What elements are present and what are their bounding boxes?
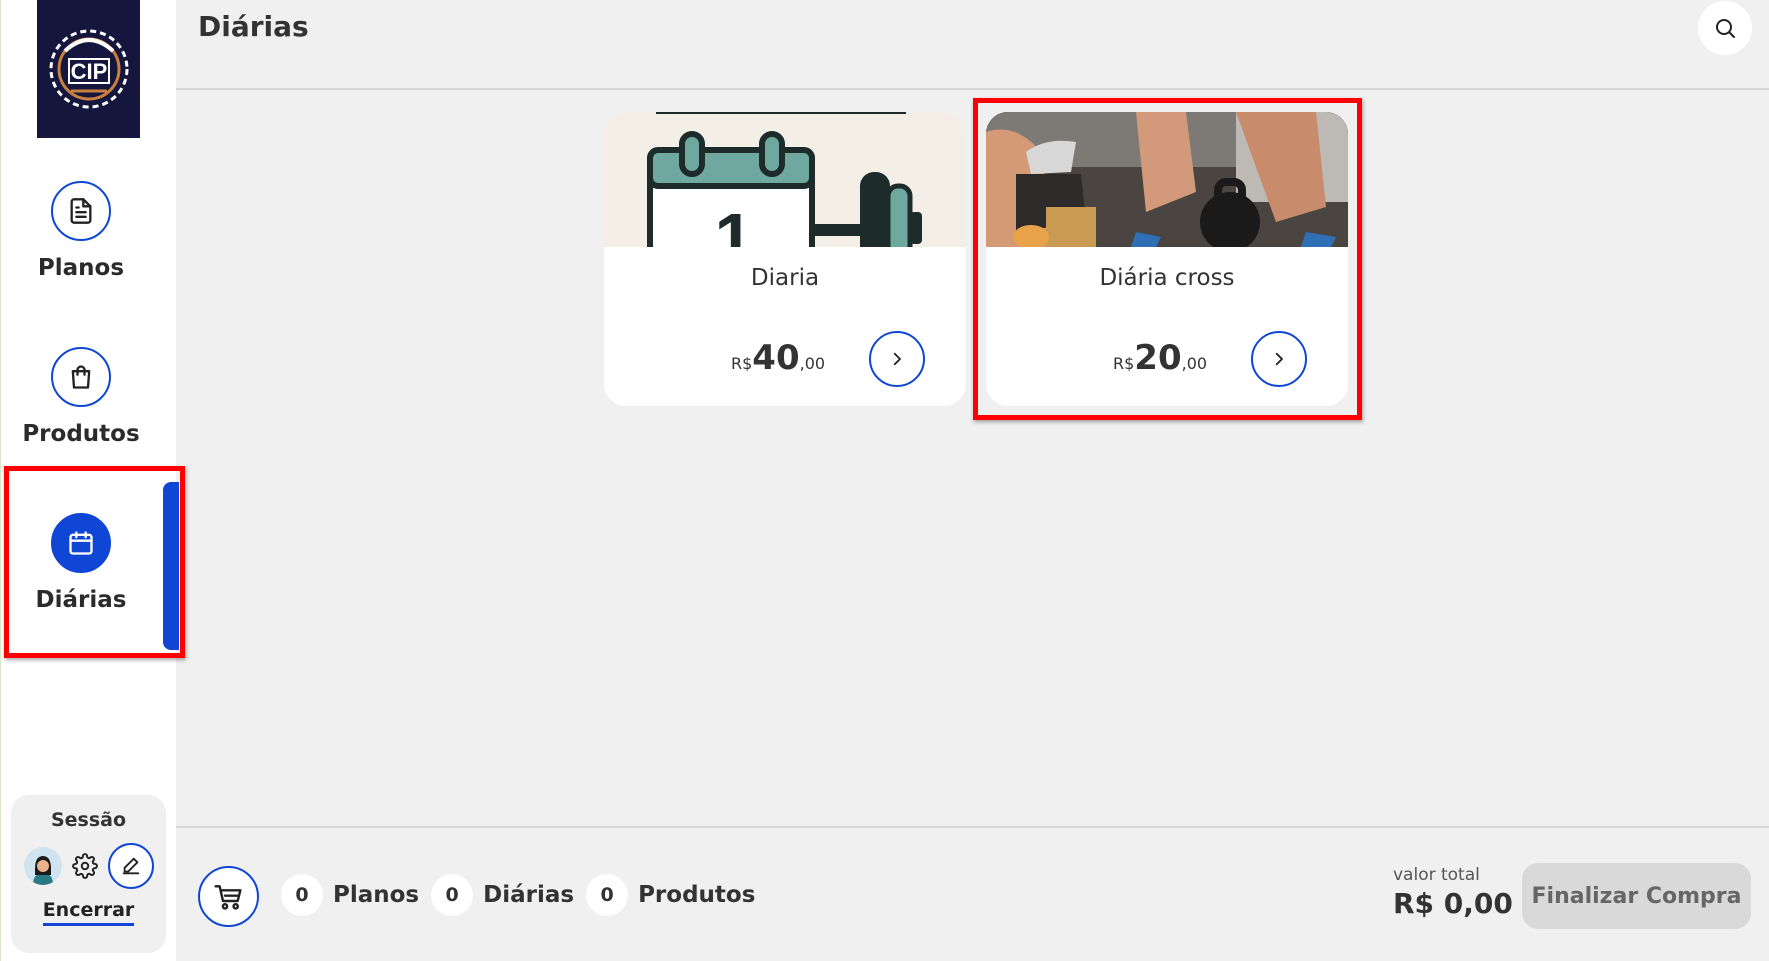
price-integer: 20 xyxy=(1134,338,1182,378)
sidebar-item-label: Diárias xyxy=(35,587,127,613)
cart-icon xyxy=(213,884,242,910)
card-title: Diaria xyxy=(750,265,820,291)
sidebar-item-planos[interactable]: Planos xyxy=(1,181,161,341)
gear-icon[interactable] xyxy=(66,847,104,885)
card-price: R$ 20 ,00 xyxy=(1113,341,1207,375)
gym-logo: CIP xyxy=(37,0,140,138)
chevron-right-icon xyxy=(893,352,901,366)
count-label-produtos: Produtos xyxy=(638,882,756,908)
price-integer: 40 xyxy=(752,338,800,378)
active-indicator xyxy=(163,482,179,650)
shopping-bag-icon xyxy=(51,347,111,407)
pencil-icon xyxy=(122,857,139,875)
session-panel: Sessão Encerrar xyxy=(11,795,166,953)
count-badge-diarias: 0 xyxy=(431,874,474,916)
product-card[interactable]: 1 Diaria R$ 40 ,00 xyxy=(604,112,966,406)
calendar-icon xyxy=(51,513,111,573)
price-decimal: ,00 xyxy=(799,354,826,373)
price-decimal: ,00 xyxy=(1181,354,1208,373)
cart-footer: 0 Planos 0 Diárias 0 Produtos valor tota… xyxy=(176,826,1769,961)
sidebar-item-diarias[interactable]: Diárias xyxy=(1,513,161,673)
product-card[interactable]: Diária cross R$ 20 ,00 xyxy=(986,112,1348,406)
count-badge-produtos: 0 xyxy=(586,874,629,916)
sidebar-item-label: Planos xyxy=(37,255,125,281)
sidebar: CIP Planos Produtos Diárias Sessão Encer… xyxy=(0,0,179,961)
svg-text:1: 1 xyxy=(715,199,754,247)
finish-purchase-button[interactable]: Finalizar Compra xyxy=(1522,863,1751,929)
total-label: valor total xyxy=(1393,865,1480,885)
header: Diárias xyxy=(176,0,1769,90)
cart-button[interactable] xyxy=(198,866,259,927)
card-image-dumbbell-calendar: 1 xyxy=(604,112,966,247)
count-label-planos: Planos xyxy=(333,882,420,908)
card-open-button[interactable] xyxy=(1251,331,1307,387)
svg-text:CIP: CIP xyxy=(70,59,107,84)
search-button[interactable] xyxy=(1698,1,1752,55)
document-icon xyxy=(51,181,111,241)
total-value: R$ 0,00 xyxy=(1393,887,1513,920)
price-currency: R$ xyxy=(731,354,753,373)
avatar[interactable] xyxy=(23,847,62,885)
edit-button[interactable] xyxy=(107,843,154,889)
logo-emblem-icon: CIP xyxy=(49,29,128,109)
sidebar-item-produtos[interactable]: Produtos xyxy=(1,347,161,507)
card-title: Diária cross xyxy=(1099,265,1235,291)
session-title: Sessão xyxy=(50,809,127,831)
card-open-button[interactable] xyxy=(869,331,925,387)
cart-counts: 0 Planos 0 Diárias 0 Produtos xyxy=(281,874,767,916)
search-icon xyxy=(1716,19,1735,38)
end-session-link[interactable]: Encerrar xyxy=(42,899,135,926)
card-image-kettlebell-photo xyxy=(986,112,1348,247)
total-box: valor total R$ 0,00 xyxy=(1393,865,1513,920)
sidebar-item-label: Produtos xyxy=(22,421,140,447)
page-title: Diárias xyxy=(198,10,309,43)
price-currency: R$ xyxy=(1113,354,1135,373)
count-label-diarias: Diárias xyxy=(483,882,575,908)
count-badge-planos: 0 xyxy=(281,874,323,916)
card-price: R$ 40 ,00 xyxy=(731,341,825,375)
chevron-right-icon xyxy=(1275,352,1283,366)
